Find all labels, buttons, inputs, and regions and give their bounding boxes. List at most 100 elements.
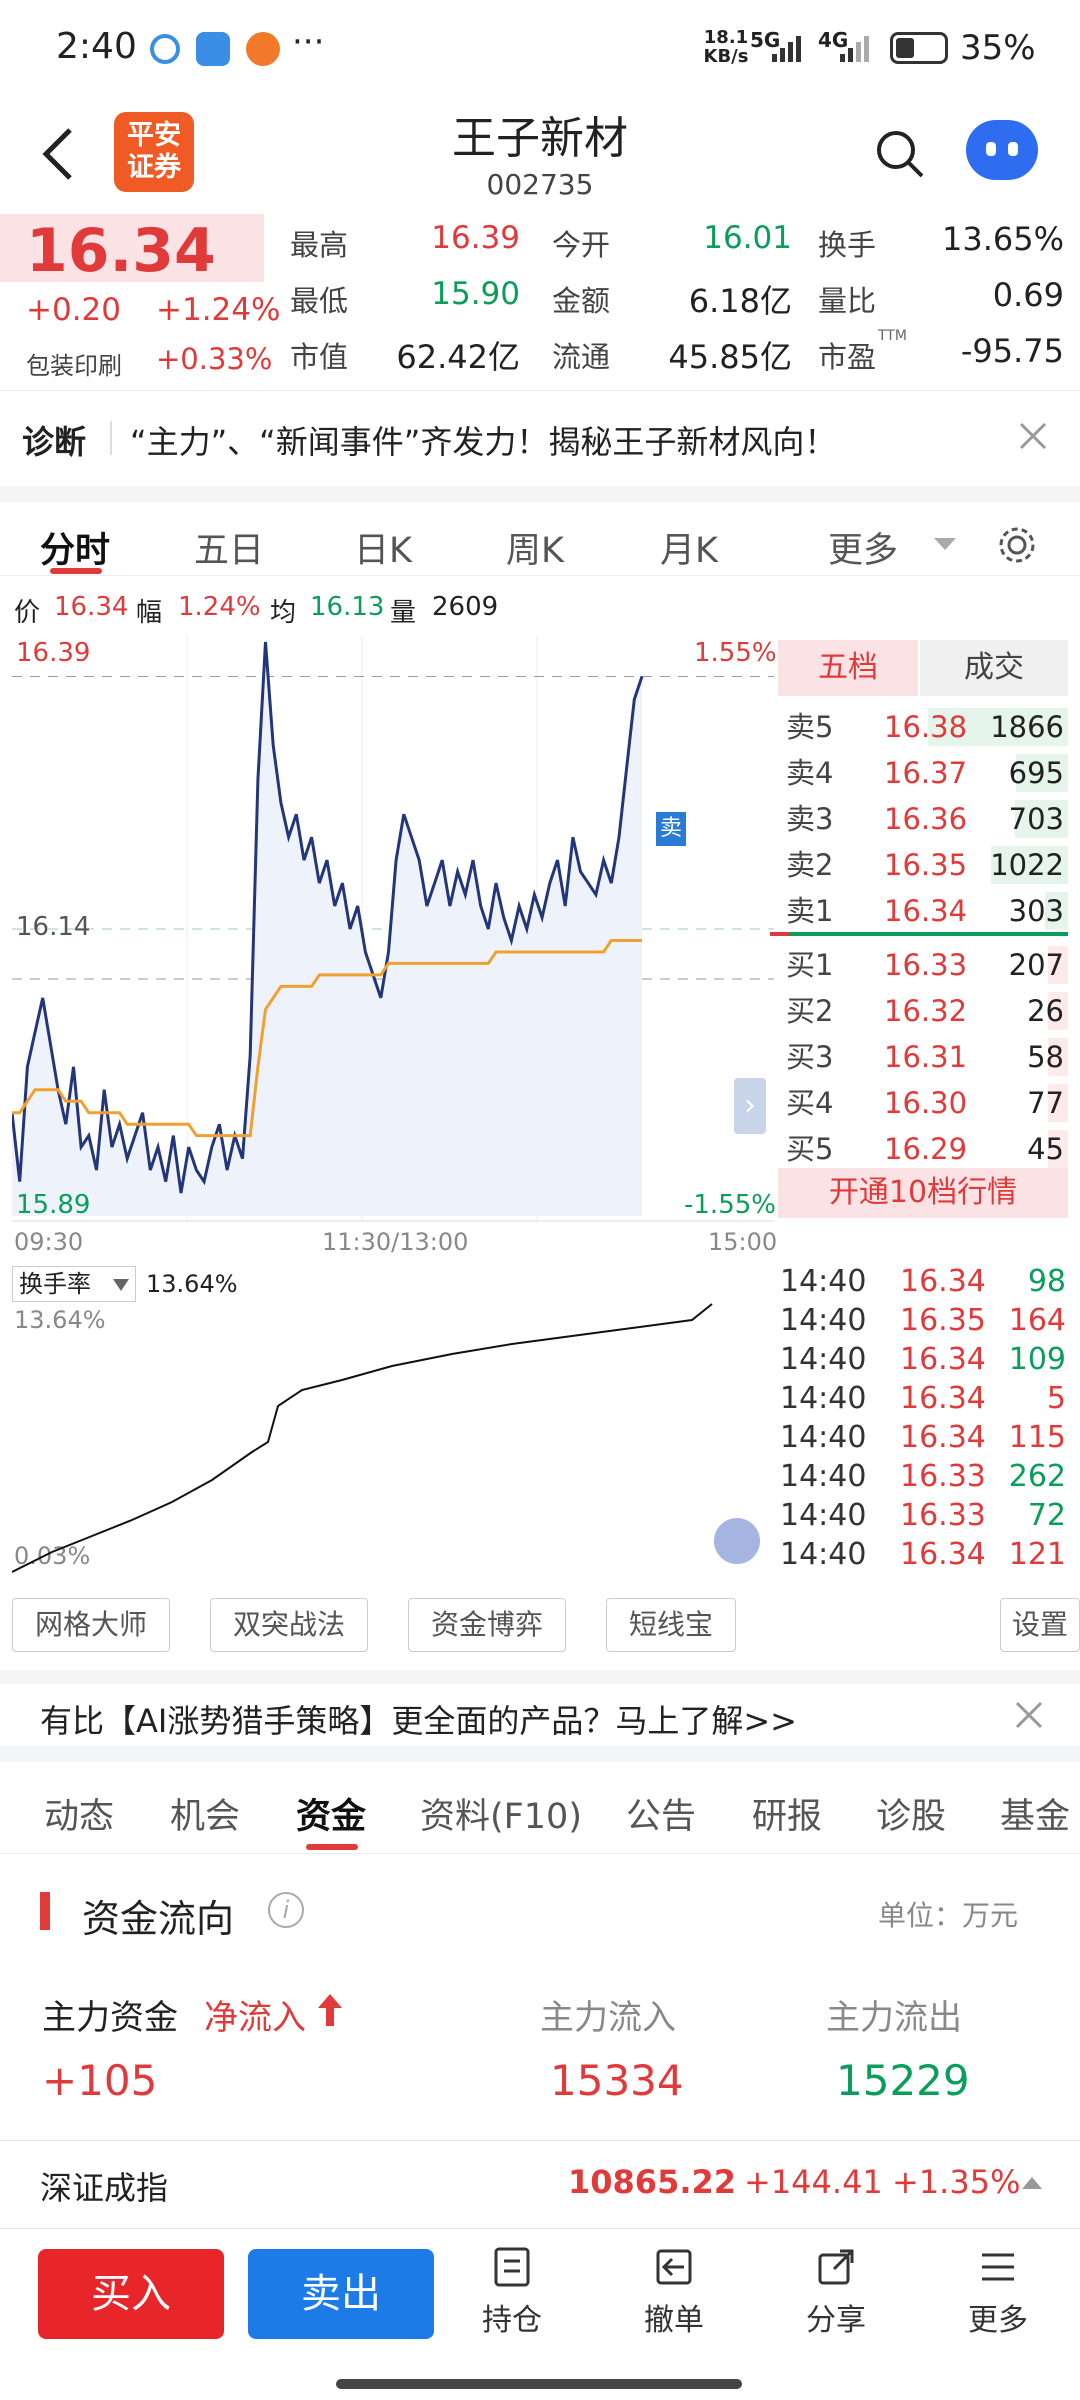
back-arrow-icon[interactable]: [40, 126, 76, 182]
tool-short-line[interactable]: 短线宝: [606, 1598, 736, 1652]
current-price: 16.34: [26, 216, 216, 286]
net-inflow-label: 净流入: [204, 1998, 306, 2038]
tab-daily-k[interactable]: 日K: [354, 522, 412, 573]
promo-text[interactable]: 有比【AI涨势猎手策略】更全面的产品？马上了解>>: [40, 1696, 797, 1742]
nav-cancel-order[interactable]: 撤单: [624, 2247, 724, 2339]
tab-five-levels[interactable]: 五档: [778, 640, 918, 696]
tab-monthly-k[interactable]: 月K: [660, 522, 718, 573]
status-time: 2:40: [56, 26, 137, 67]
tool-grid-master[interactable]: 网格大师: [12, 1598, 170, 1652]
tick-row: 14:40 16.34 98: [780, 1264, 1066, 1299]
section-title: 资金流向: [82, 1897, 235, 1941]
price-change-pct: +1.24%: [156, 292, 281, 328]
tab-announcements[interactable]: 公告: [626, 1788, 696, 1839]
nav-share[interactable]: 分享: [786, 2247, 886, 2339]
ai-robot-icon[interactable]: [966, 120, 1038, 180]
fullscreen-icon[interactable]: [714, 1518, 760, 1564]
battery-icon: [890, 32, 948, 64]
index-ticker[interactable]: 深证成指 10865.22 +144.41 +1.35%: [0, 2140, 1080, 2226]
sector-name[interactable]: 包装印刷: [26, 346, 122, 381]
diagnosis-text[interactable]: “主力”、“新闻事件”齐发力！揭秘王子新材风向！: [130, 417, 836, 463]
quote-label: 最低: [290, 284, 349, 318]
tab-intraday[interactable]: 分时: [40, 522, 110, 573]
menu-icon: [982, 2253, 1014, 2281]
expand-arrow-button[interactable]: ›: [734, 1078, 766, 1134]
sell-button[interactable]: 卖出: [248, 2249, 434, 2339]
stock-header: 平安 证券 王子新材 002735: [0, 96, 1080, 214]
order-book-row: 买1 16.33 207: [778, 942, 1068, 988]
page-title: 王子新材: [452, 113, 628, 164]
bottom-action-bar: 买入 卖出 持仓 撤单 分享 更多: [0, 2228, 1080, 2400]
nav-holdings[interactable]: 持仓: [462, 2247, 562, 2339]
signal-bars-icon: [772, 36, 801, 62]
pct-min-label: -1.55%: [684, 1190, 776, 1220]
buy-button[interactable]: 买入: [38, 2249, 224, 2339]
gear-icon[interactable]: [996, 524, 1038, 566]
tab-f10[interactable]: 资料(F10): [420, 1788, 582, 1839]
tab-more[interactable]: 更多: [828, 522, 898, 573]
index-pct: +1.35%: [892, 2163, 1021, 2201]
chart-info: 价 16.34 幅 1.24% 均 16.13 量 2609: [0, 586, 770, 628]
tab-opportunity[interactable]: 机会: [170, 1788, 240, 1839]
tab-fund[interactable]: 基金: [1000, 1788, 1070, 1839]
quote-value: 16.01: [703, 220, 792, 256]
price-value: 16.34: [54, 592, 129, 622]
tab-funds[interactable]: 资金: [296, 1788, 366, 1839]
vol-value: 2609: [432, 592, 499, 622]
share-icon: [818, 2249, 854, 2285]
signal-bars-2-icon: [840, 36, 869, 62]
amp-value: 1.24%: [178, 592, 261, 622]
tab-trades[interactable]: 成交: [920, 640, 1068, 696]
close-icon[interactable]: [1014, 1700, 1044, 1730]
avg-value: 16.13: [310, 592, 385, 622]
upgrade-level10-button[interactable]: 开通10档行情: [778, 1168, 1068, 1218]
tab-indicator: [50, 568, 102, 574]
search-icon[interactable]: [874, 128, 926, 180]
inflow-label: 主力流入: [540, 1998, 676, 2038]
nav-more[interactable]: 更多: [948, 2247, 1048, 2339]
quote-label: 换手: [818, 228, 877, 262]
arrow-up-icon: [318, 1994, 342, 2026]
tab-research[interactable]: 研报: [752, 1788, 822, 1839]
order-book-row: 卖3 16.36 703: [778, 796, 1068, 842]
chart-tabs: 分时 五日 日K 周K 月K 更多: [0, 486, 1080, 576]
y-mid-label: 16.14: [16, 912, 91, 942]
tool-bar: 网格大师 双突战法 资金博弈 短线宝 设置: [0, 1598, 1080, 1656]
pct-max-label: 1.55%: [694, 638, 777, 668]
chevron-up-icon[interactable]: [1022, 2175, 1042, 2189]
tab-news[interactable]: 动态: [44, 1788, 114, 1839]
index-change: +144.41: [744, 2163, 883, 2201]
settings-button[interactable]: 设置: [1000, 1598, 1080, 1652]
intraday-chart[interactable]: 16.39 16.14 15.89 1.55% -1.55% 卖 › 09:30…: [12, 636, 777, 1256]
info-icon[interactable]: i: [268, 1892, 304, 1928]
tick-row: 14:40 16.33 262: [780, 1459, 1066, 1494]
chevron-down-icon[interactable]: [934, 538, 956, 552]
outflow-value: 15229: [836, 2056, 970, 2105]
order-book: 五档 成交 卖5 16.38 1866 卖4 16.37 695 卖3 16.36 703 卖2 1…: [770, 640, 1068, 1220]
quote-value: -95.75: [960, 332, 1064, 370]
tool-fund-game[interactable]: 资金博弈: [408, 1598, 566, 1652]
holdings-icon: [494, 2247, 530, 2287]
diagnosis-bar[interactable]: 诊断 “主力”、“新闻事件”齐发力！揭秘王子新材风向！: [0, 390, 1080, 486]
turnover-chart[interactable]: 换手率 13.64% 13.64% 0.03%: [12, 1266, 774, 1584]
tab-diagnosis[interactable]: 诊股: [876, 1788, 946, 1839]
tool-double-breakout[interactable]: 双突战法: [210, 1598, 368, 1652]
quote-label: 市盈: [818, 340, 877, 374]
app-notification-icon-3: [246, 32, 280, 66]
price-change: +0.20: [26, 292, 121, 328]
sector-pct: +0.33%: [156, 342, 273, 376]
broker-logo: 平安 证券: [114, 112, 194, 192]
app-notification-icon-2: [196, 32, 230, 66]
quote-value: 16.39: [431, 220, 520, 256]
quote-value: 13.65%: [941, 220, 1064, 258]
tab-five-day[interactable]: 五日: [194, 522, 264, 573]
promo-banner[interactable]: 有比【AI涨势猎手策略】更全面的产品？马上了解>>: [0, 1670, 1080, 1762]
turnover-curve: [12, 1303, 713, 1573]
book-divider: [770, 932, 1068, 936]
order-book-row: 买2 16.32 26: [778, 988, 1068, 1034]
fund-flow-section: 资金流向 i 单位：万元 主力资金 净流入 主力流入 主力流出 +105 153…: [0, 1860, 1080, 2140]
close-icon[interactable]: [1018, 421, 1048, 451]
tab-weekly-k[interactable]: 周K: [506, 522, 564, 573]
index-value: 10865.22: [568, 2163, 737, 2201]
pe-ttm-sup: TTM: [878, 328, 907, 344]
